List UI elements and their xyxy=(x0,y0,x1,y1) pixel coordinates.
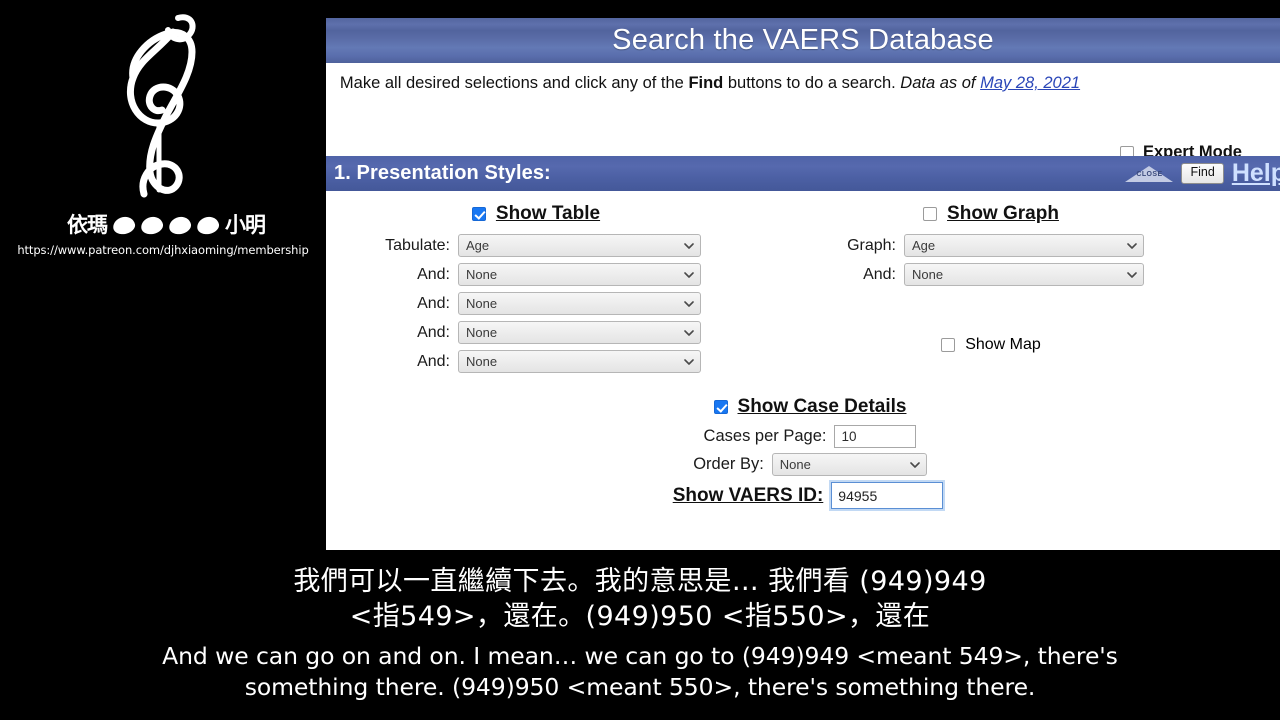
tabulate-and-row-4: And: None xyxy=(356,350,716,373)
tabulate-and-select-3-value: None xyxy=(466,325,498,340)
and-label: And: xyxy=(417,294,450,312)
tabulate-and-select-1-value: None xyxy=(466,267,498,282)
tabulate-and-select-3[interactable]: None xyxy=(458,321,701,344)
page-title: Search the VAERS Database xyxy=(612,24,994,56)
intro-instructions: Make all desired selections and click an… xyxy=(335,72,1085,95)
find-button[interactable]: Find xyxy=(1181,163,1224,184)
channel-watermark: 依瑪 小明 https://www.patreon.com/djhxiaomin… xyxy=(0,0,326,262)
intro-text-part2: buttons to do a search. xyxy=(723,74,901,92)
intro-strip: Make all desired selections and click an… xyxy=(326,63,1280,161)
show-graph-header[interactable]: Show Graph xyxy=(826,203,1156,225)
show-vaers-id-row: Show VAERS ID: 94955 xyxy=(326,482,1280,509)
show-case-details-section: Show Case Details Cases per Page: 10 Ord… xyxy=(326,396,1280,481)
graph-label: Graph: xyxy=(847,236,896,254)
vaers-id-input[interactable]: 94955 xyxy=(831,482,944,509)
order-by-select-value: None xyxy=(779,457,811,472)
show-graph-label[interactable]: Show Graph xyxy=(947,203,1059,225)
show-table-header[interactable]: Show Table xyxy=(356,203,716,225)
chevron-down-icon xyxy=(684,329,694,336)
show-map-control[interactable]: Show Map xyxy=(826,336,1156,354)
vaers-search-panel: Search the VAERS Database Make all desir… xyxy=(326,18,1280,550)
tabulate-and-row-3: And: None xyxy=(356,321,716,344)
show-case-details-label[interactable]: Show Case Details xyxy=(738,396,907,418)
tabulate-and-select-4[interactable]: None xyxy=(458,350,701,373)
tabulate-row: Tabulate: Age xyxy=(356,234,716,257)
subtitle-english-line-2: something there. (949)950 <meant 550>, t… xyxy=(244,673,1036,701)
data-as-of-link[interactable]: May 28, 2021 xyxy=(980,74,1080,92)
chevron-down-icon xyxy=(684,271,694,278)
show-table-checkbox[interactable] xyxy=(471,207,486,221)
show-map-checkbox[interactable] xyxy=(941,338,956,352)
show-vaers-id-label: Show VAERS ID: xyxy=(672,484,824,506)
show-graph-column: Show Graph Graph: Age And: None Show Map xyxy=(826,203,1156,354)
brush-signature-left: 依瑪 xyxy=(67,212,108,237)
graph-and-row: And: None xyxy=(826,263,1156,286)
brush-signature-right: 小明 xyxy=(225,212,266,237)
patreon-url: https://www.patreon.com/djhxiaoming/memb… xyxy=(17,243,309,257)
graph-select[interactable]: Age xyxy=(904,234,1144,257)
chevron-down-icon xyxy=(684,242,694,249)
tabulate-and-row-2: And: None xyxy=(356,292,716,315)
order-by-row: Order By: None xyxy=(326,453,1280,476)
tabulate-and-select-2-value: None xyxy=(466,296,498,311)
subtitle-chinese-line-2: <指549>，還在。(949)950 <指550>，還在 xyxy=(349,601,931,632)
presentation-styles-body: Show Table Tabulate: Age And: None And: … xyxy=(326,191,1280,550)
graph-row: Graph: Age xyxy=(826,234,1156,257)
section-toolbar: CLOSE Find Help xyxy=(1125,156,1280,191)
order-by-label: Order By: xyxy=(693,455,764,473)
treble-clef-dj-monogram-icon xyxy=(96,4,236,212)
chevron-down-icon xyxy=(1127,271,1137,278)
brush-dot xyxy=(139,214,165,236)
tabulate-select[interactable]: Age xyxy=(458,234,701,257)
brush-dot xyxy=(111,214,137,236)
show-table-column: Show Table Tabulate: Age And: None And: … xyxy=(356,203,716,379)
brush-dot xyxy=(167,214,193,236)
intro-find-word: Find xyxy=(688,74,724,92)
show-case-details-checkbox[interactable] xyxy=(713,400,728,414)
order-by-select[interactable]: None xyxy=(771,453,927,476)
cases-per-page-label: Cases per Page: xyxy=(703,427,827,445)
tabulate-and-select-1[interactable]: None xyxy=(458,263,701,286)
tabulate-select-value: Age xyxy=(466,238,490,253)
section-heading: 1. Presentation Styles: xyxy=(334,162,551,184)
presentation-styles-header: 1. Presentation Styles: CLOSE Find Help xyxy=(326,156,1280,191)
graph-select-value: Age xyxy=(912,238,936,253)
subtitle-chinese-line-1: 我們可以一直繼續下去。我的意思是… 我們看 (949)949 xyxy=(293,566,987,597)
brush-signature: 依瑪 小明 xyxy=(22,208,310,242)
chevron-down-icon xyxy=(684,300,694,307)
video-frame: 依瑪 小明 https://www.patreon.com/djhxiaomin… xyxy=(0,0,1280,720)
graph-and-select-value: None xyxy=(912,267,944,282)
close-icon-label: CLOSE xyxy=(1136,170,1163,178)
and-label: And: xyxy=(863,265,896,283)
intro-data-asof: Data as of xyxy=(900,74,981,92)
chevron-down-icon xyxy=(1127,242,1137,249)
show-case-details-header[interactable]: Show Case Details xyxy=(326,396,1280,418)
page-title-bar: Search the VAERS Database xyxy=(326,18,1280,63)
and-label: And: xyxy=(417,352,450,370)
brush-dot xyxy=(195,214,221,236)
subtitle-english-line-1: And we can go on and on. I mean… we can … xyxy=(162,642,1118,670)
show-graph-checkbox[interactable] xyxy=(923,207,938,221)
subtitle-block: 我們可以一直繼續下去。我的意思是… 我們看 (949)949 <指549>，還在… xyxy=(0,558,1280,720)
graph-and-select[interactable]: None xyxy=(904,263,1144,286)
cases-per-page-input[interactable]: 10 xyxy=(834,425,917,448)
tabulate-and-row-1: And: None xyxy=(356,263,716,286)
and-label: And: xyxy=(417,265,450,283)
tabulate-label: Tabulate: xyxy=(385,236,450,254)
close-section-icon[interactable]: CLOSE xyxy=(1125,164,1174,184)
chevron-down-icon xyxy=(909,461,920,468)
intro-text-part1: Make all desired selections and click an… xyxy=(339,74,689,92)
tabulate-and-select-4-value: None xyxy=(466,354,498,369)
show-table-label[interactable]: Show Table xyxy=(496,203,600,225)
show-map-label[interactable]: Show Map xyxy=(965,336,1041,354)
chevron-down-icon xyxy=(684,358,694,365)
and-label: And: xyxy=(417,323,450,341)
tabulate-and-select-2[interactable]: None xyxy=(458,292,701,315)
cases-per-page-row: Cases per Page: 10 xyxy=(326,425,1280,448)
help-link[interactable]: Help xyxy=(1232,159,1280,188)
